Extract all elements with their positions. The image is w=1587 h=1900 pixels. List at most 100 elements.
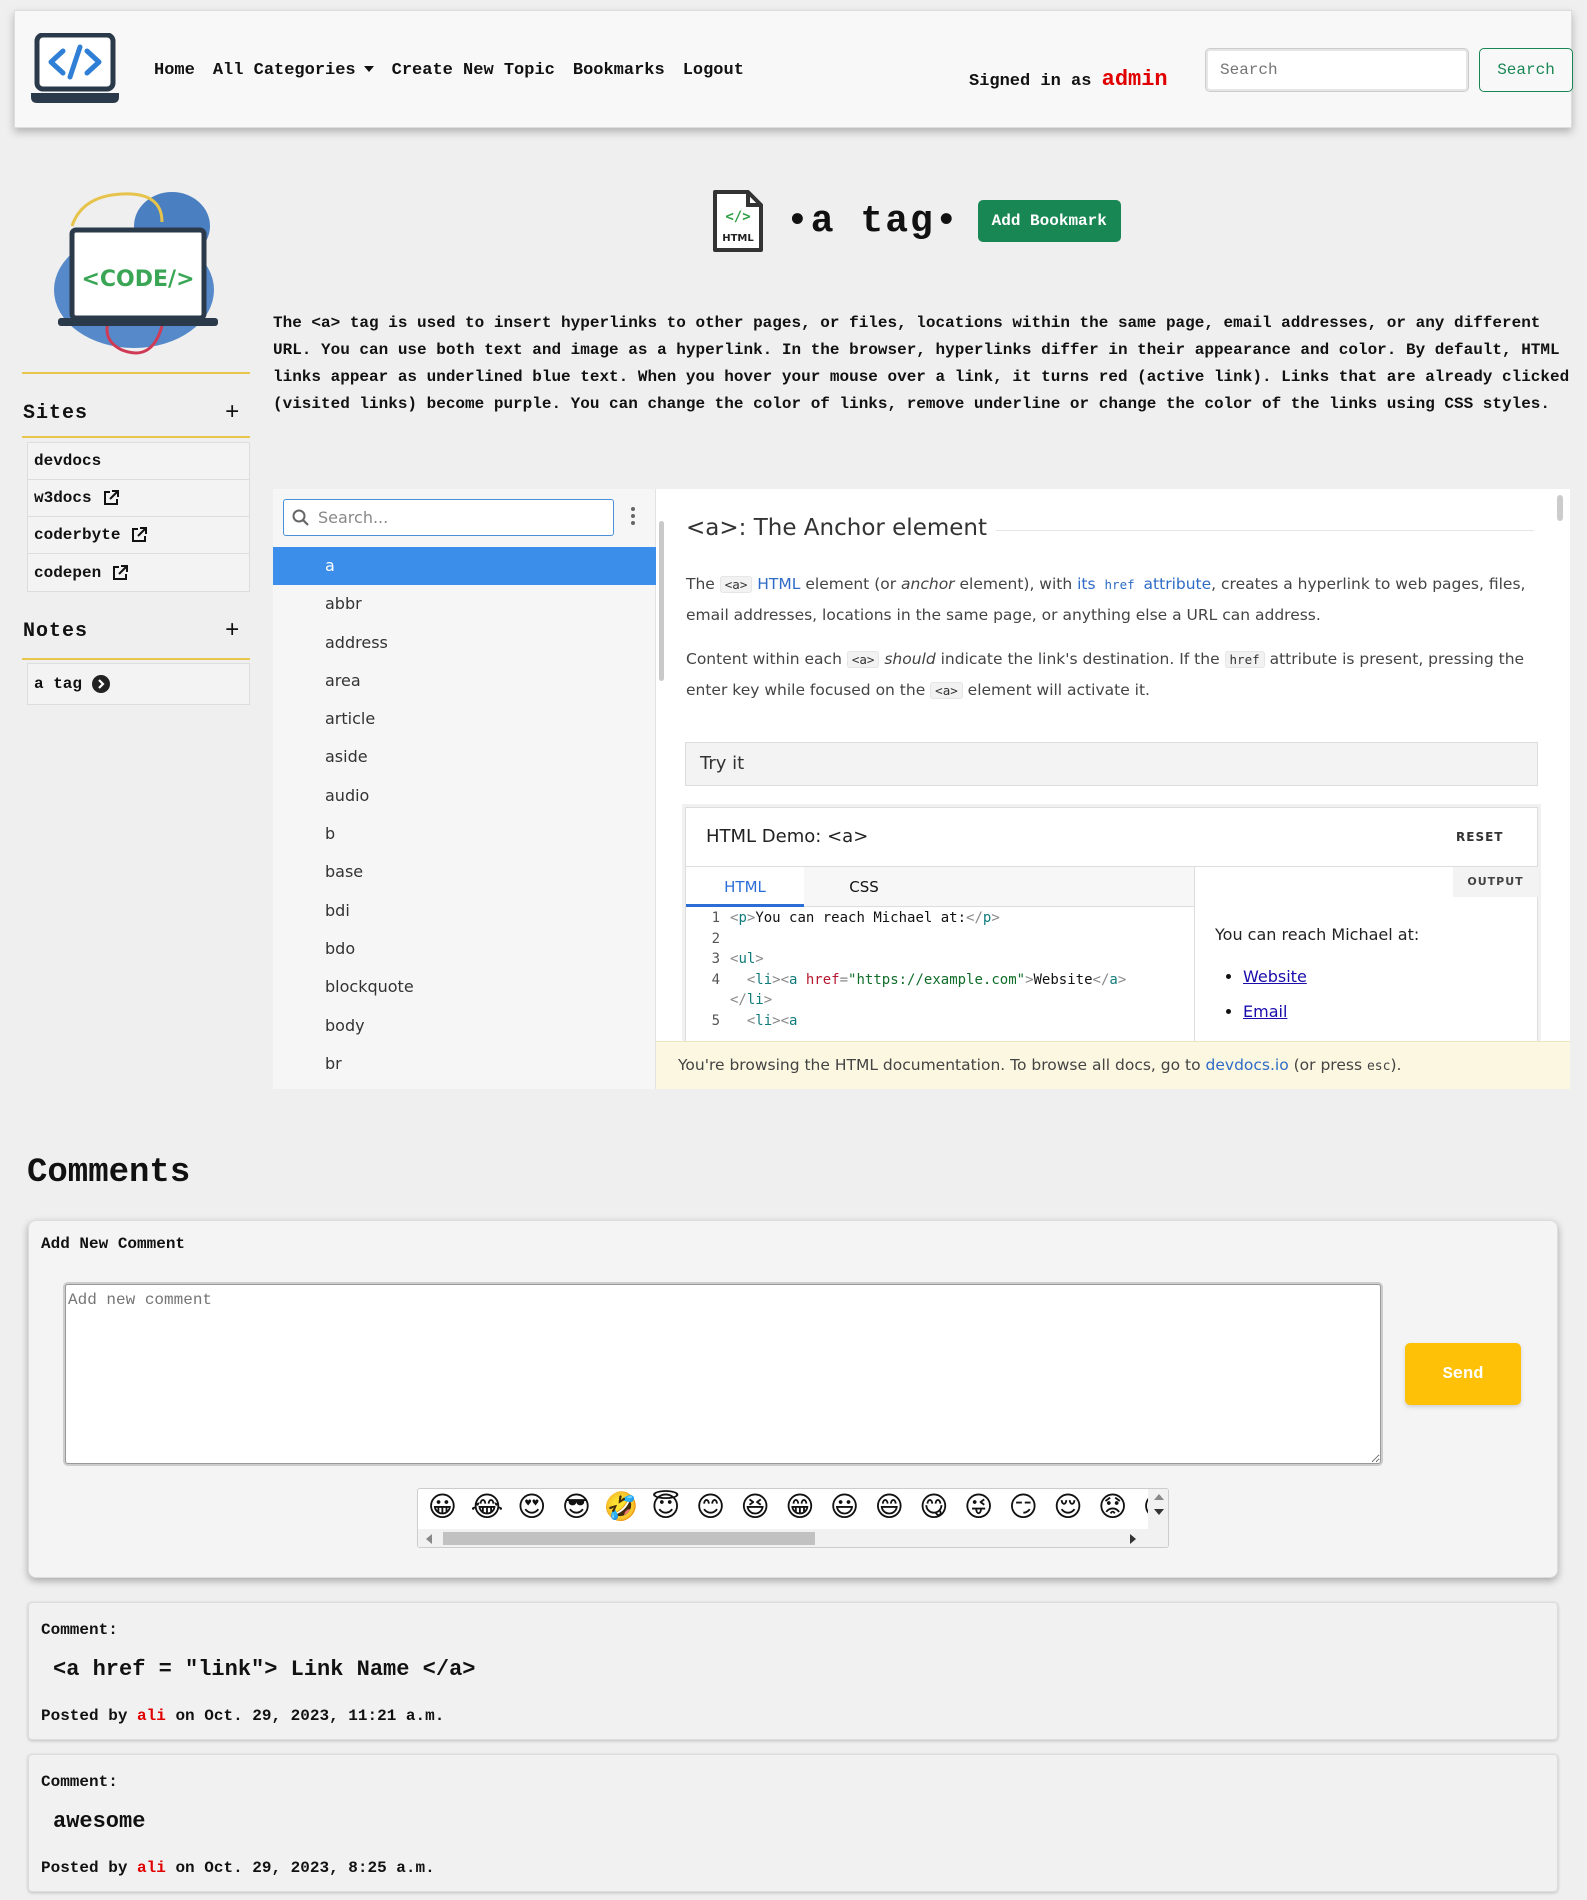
- emoji-button[interactable]: 😀: [420, 1491, 465, 1523]
- scroll-left-arrow-icon[interactable]: [426, 1534, 432, 1544]
- site-item-w3docs[interactable]: w3docs: [28, 480, 249, 517]
- nav-logout[interactable]: Logout: [674, 61, 753, 80]
- nav-create-topic[interactable]: Create New Topic: [383, 61, 564, 80]
- tab-css[interactable]: CSS: [804, 867, 924, 907]
- href-attribute-link[interactable]: its href attribute: [1077, 575, 1211, 593]
- devdocs-search-input[interactable]: Search...: [283, 499, 614, 536]
- comment-author[interactable]: ali: [137, 1859, 166, 1877]
- code-token: >: [755, 951, 764, 967]
- code-token: >: [1025, 971, 1034, 988]
- emoji-button[interactable]: 🤣: [599, 1491, 644, 1523]
- devdocs-entry[interactable]: bdo: [273, 930, 656, 968]
- devdocs-entry[interactable]: area: [273, 662, 656, 700]
- emoji-button[interactable]: 😟: [1090, 1491, 1135, 1523]
- code-token: You can reach Michael at:: [755, 910, 967, 926]
- emoji-button[interactable]: 😜: [956, 1491, 1001, 1523]
- notice-text: (or press: [1288, 1056, 1367, 1074]
- emoji-button[interactable]: 😏: [1001, 1491, 1046, 1523]
- devdocs-link[interactable]: devdocs.io: [1206, 1056, 1289, 1074]
- more-vert-icon[interactable]: [631, 507, 637, 528]
- html-link[interactable]: HTML: [757, 575, 800, 593]
- emoji-button[interactable]: 😆: [733, 1491, 778, 1523]
- devdocs-entry[interactable]: b: [273, 815, 656, 853]
- tab-html[interactable]: HTML: [686, 867, 804, 907]
- emoji-button[interactable]: 😌: [1046, 1491, 1091, 1523]
- code-token: </: [730, 992, 747, 1008]
- search-icon: [292, 509, 309, 526]
- scroll-up-arrow-icon[interactable]: [1154, 1494, 1164, 1500]
- devdocs-entry[interactable]: base: [273, 853, 656, 891]
- emoji-horizontal-scrollbar[interactable]: [418, 1529, 1148, 1547]
- html-icon-code: </>: [725, 209, 750, 225]
- devdocs-entry-a[interactable]: a: [273, 547, 656, 586]
- nav-home[interactable]: Home: [145, 61, 204, 80]
- devdocs-paragraph-2: Content within each <a> should indicate …: [686, 644, 1546, 706]
- add-bookmark-button[interactable]: Add Bookmark: [977, 200, 1121, 242]
- site-item-devdocs[interactable]: devdocs: [28, 443, 249, 480]
- search-button[interactable]: Search: [1479, 48, 1573, 92]
- devdocs-entry[interactable]: body: [273, 1007, 656, 1045]
- code-token: </: [1092, 971, 1110, 988]
- comment-textarea[interactable]: [65, 1284, 1381, 1464]
- emoji-button[interactable]: 😋: [912, 1491, 957, 1523]
- comment-date: on Oct. 29, 2023, 11:21 a.m.: [175, 1707, 445, 1725]
- emoji-button[interactable]: 😍: [509, 1491, 554, 1523]
- devdocs-entry[interactable]: aside: [273, 738, 656, 776]
- comment-label: Comment:: [41, 1621, 118, 1639]
- emoji-button[interactable]: 😇: [643, 1491, 688, 1523]
- navbar: Home All Categories Create New Topic Boo…: [14, 10, 1573, 128]
- emoji-button[interactable]: 😂: [465, 1491, 510, 1523]
- inline-code: href: [1224, 651, 1265, 668]
- add-note-plus-icon[interactable]: +: [225, 620, 239, 644]
- emoji-button[interactable]: 😎: [554, 1491, 599, 1523]
- devdocs-content-scrollbar[interactable]: [1557, 495, 1563, 521]
- comment-author[interactable]: ali: [137, 1707, 166, 1725]
- site-item-codepen[interactable]: codepen: [28, 554, 249, 591]
- devdocs-entry[interactable]: bdi: [273, 892, 656, 930]
- devdocs-entry[interactable]: abbr: [273, 585, 656, 623]
- code-editor[interactable]: 1 <p>You can reach Michael at:</p> 2 3 <ul…: [686, 908, 1194, 1031]
- comment-body: <a href = "link"> Link Name </a>: [53, 1657, 476, 1682]
- scroll-right-arrow-icon[interactable]: [1130, 1534, 1136, 1544]
- output-link-website[interactable]: Website: [1243, 967, 1307, 986]
- emoji-vertical-scrollbar[interactable]: [1148, 1489, 1168, 1547]
- code-token: >: [763, 992, 773, 1008]
- scroll-down-arrow-icon[interactable]: [1154, 1509, 1164, 1515]
- devdocs-entry[interactable]: br: [273, 1045, 656, 1083]
- topic-header: </> HTML •a tag• Add Bookmark: [712, 186, 1121, 256]
- external-link-icon: [113, 564, 129, 580]
- output-label: OUTPUT: [1453, 867, 1538, 897]
- note-item-a-tag[interactable]: a tag: [28, 664, 249, 704]
- output-link-email[interactable]: Email: [1243, 1002, 1287, 1021]
- nav-bookmarks[interactable]: Bookmarks: [564, 61, 674, 80]
- devdocs-entry[interactable]: blockquote: [273, 968, 656, 1006]
- signed-in-username[interactable]: admin: [1102, 67, 1168, 92]
- devdocs-entry[interactable]: address: [273, 624, 656, 662]
- emoji-button[interactable]: 😄: [867, 1491, 912, 1523]
- search-input[interactable]: [1205, 48, 1469, 92]
- inline-code: <a>: [930, 682, 963, 699]
- emoji-button[interactable]: 😁: [778, 1491, 823, 1523]
- add-site-plus-icon[interactable]: +: [225, 402, 239, 426]
- demo-tabs: HTML CSS: [686, 867, 1194, 907]
- scroll-thumb[interactable]: [443, 1532, 815, 1545]
- text: element), with: [954, 575, 1078, 593]
- devdocs-entry[interactable]: article: [273, 700, 656, 738]
- site-label: w3docs: [34, 489, 92, 507]
- site-item-coderbyte[interactable]: coderbyte: [28, 517, 249, 554]
- nav-all-categories[interactable]: All Categories: [204, 61, 383, 80]
- emoji-button[interactable]: 😊: [688, 1491, 733, 1523]
- devdocs-entry[interactable]: audio: [273, 777, 656, 815]
- add-comment-card: Add New Comment Send 😀😂😍😎🤣😇😊😆😁😃😄😋😜😏😌😟😕: [28, 1220, 1558, 1578]
- line-number: 3: [711, 951, 720, 967]
- comment-card: Comment: <a href = "link"> Link Name </a…: [28, 1602, 1558, 1740]
- code-token: li: [755, 971, 773, 988]
- laptop-code-logo-icon[interactable]: [29, 33, 121, 105]
- code-token: >: [1117, 971, 1127, 988]
- emoji-button[interactable]: 😃: [822, 1491, 867, 1523]
- devdocs-heading: <a>: The Anchor element: [686, 515, 987, 541]
- site-label: devdocs: [34, 452, 102, 470]
- reset-button[interactable]: RESET: [1456, 830, 1503, 844]
- comments-heading: Comments: [27, 1154, 191, 1192]
- send-button[interactable]: Send: [1405, 1343, 1521, 1405]
